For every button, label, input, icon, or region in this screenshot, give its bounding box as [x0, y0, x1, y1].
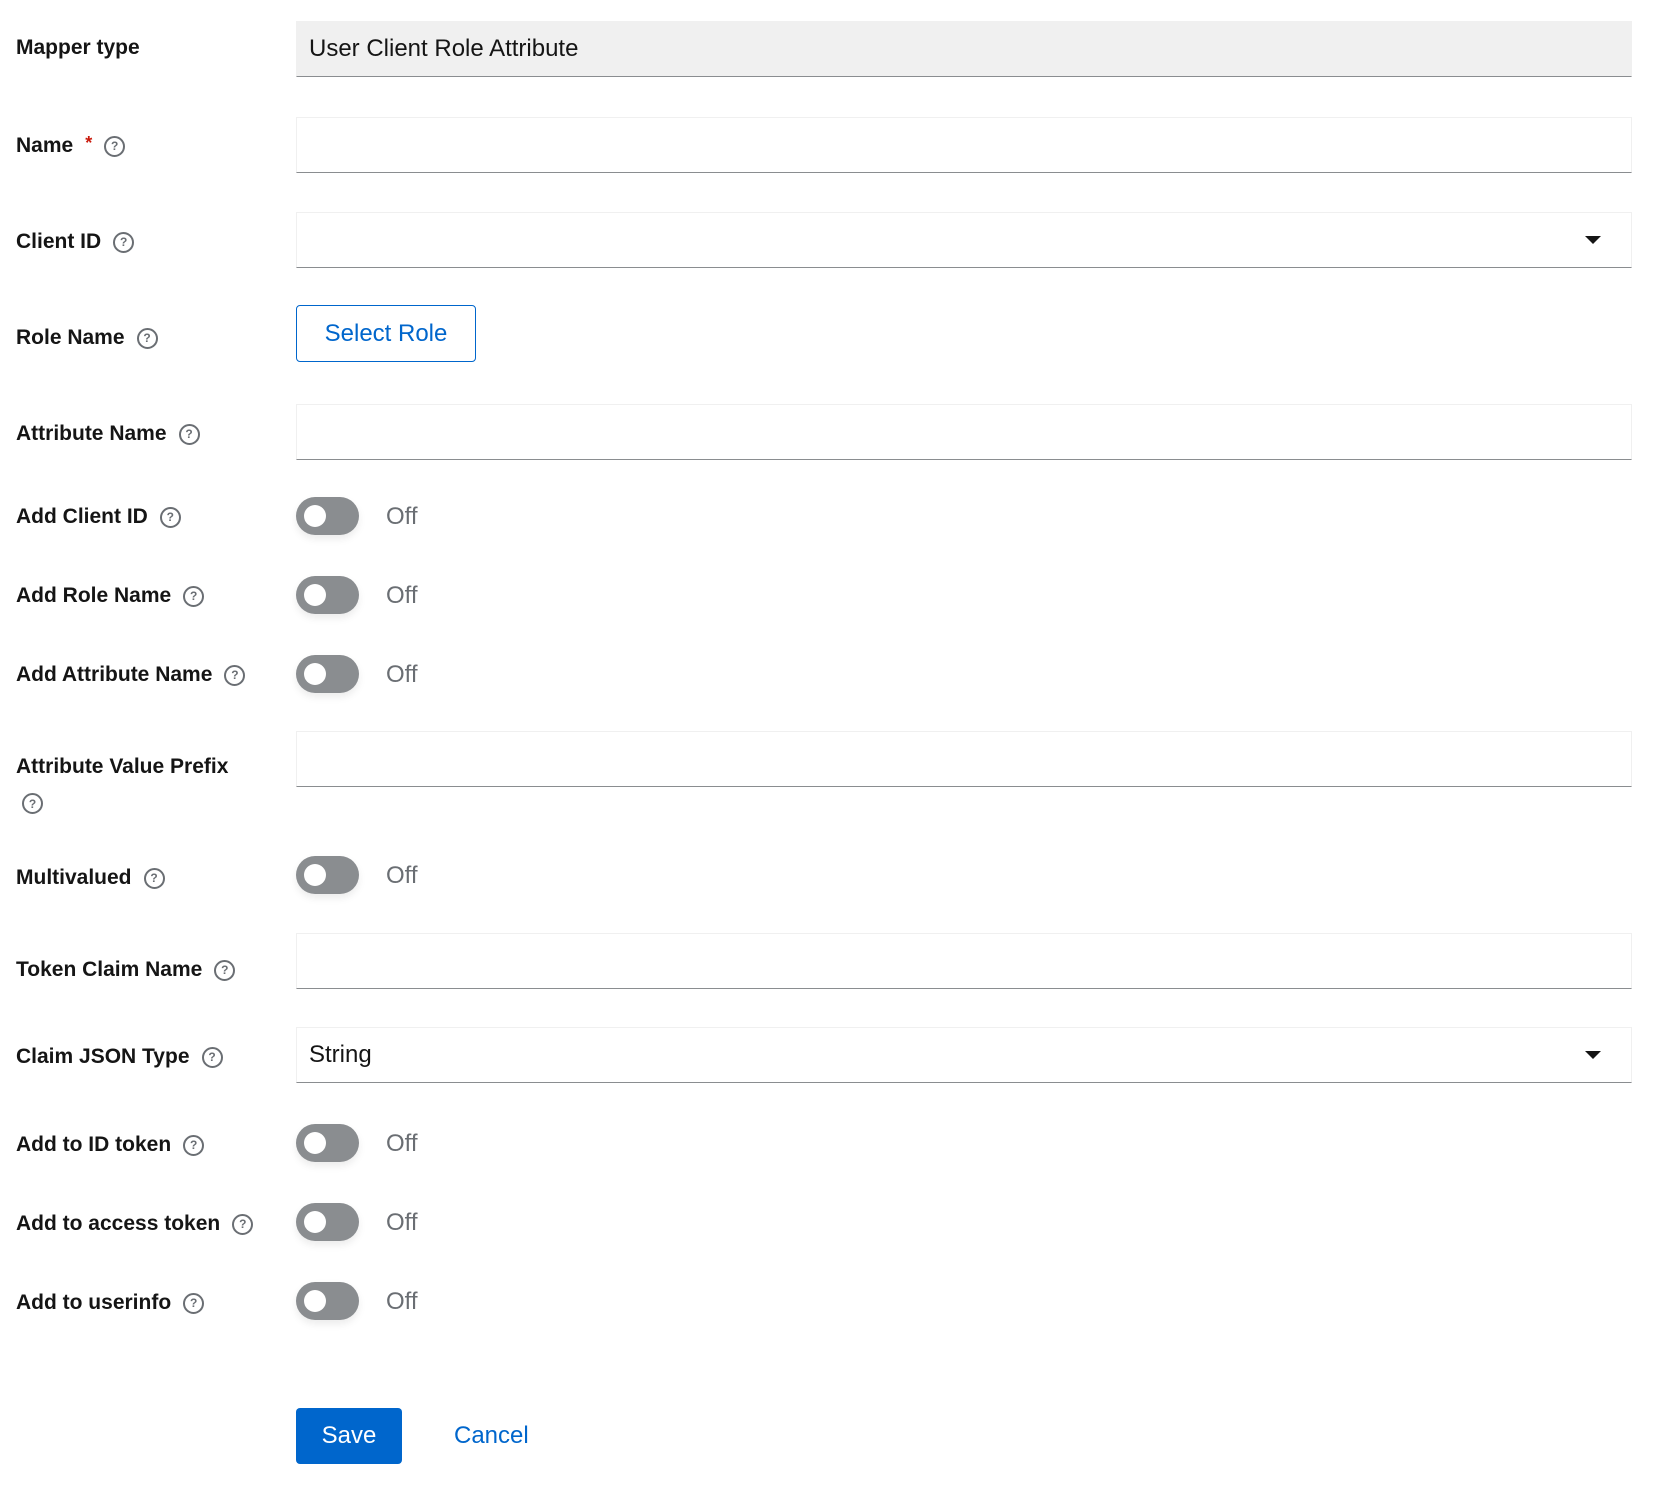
add-attribute-name-label-text: Add Attribute Name: [16, 663, 213, 686]
add-attribute-name-state: Off: [386, 661, 418, 688]
help-icon[interactable]: ?: [214, 959, 236, 981]
add-to-access-token-toggle[interactable]: [296, 1203, 359, 1241]
caret-down-icon: [1585, 1051, 1601, 1059]
add-to-id-token-toggle[interactable]: [296, 1124, 359, 1162]
name-input[interactable]: [296, 117, 1632, 173]
attribute-value-prefix-label: Attribute Value Prefix: [16, 755, 228, 779]
help-icon[interactable]: ?: [143, 867, 165, 889]
client-id-label-text: Client ID: [16, 230, 102, 253]
select-role-button[interactable]: Select Role: [296, 305, 476, 362]
add-client-id-label: Add Client ID ?: [16, 505, 181, 529]
multivalued-toggle[interactable]: [296, 856, 359, 894]
claim-json-type-select[interactable]: String: [296, 1027, 1632, 1083]
multivalued-label: Multivalued ?: [16, 866, 165, 890]
name-label: Name * ?: [16, 132, 126, 158]
help-icon[interactable]: ?: [232, 1213, 254, 1235]
attribute-name-label-text: Attribute Name: [16, 422, 167, 445]
add-to-id-token-state: Off: [386, 1130, 418, 1157]
toggle-knob: [304, 1211, 326, 1233]
add-role-name-state: Off: [386, 582, 418, 609]
add-client-id-toggle[interactable]: [296, 497, 359, 535]
required-asterisk: *: [85, 132, 93, 153]
add-to-id-token-label: Add to ID token ?: [16, 1133, 205, 1157]
attribute-name-input[interactable]: [296, 404, 1632, 460]
toggle-knob: [304, 663, 326, 685]
add-role-name-label: Add Role Name ?: [16, 584, 205, 608]
add-to-userinfo-label-text: Add to userinfo: [16, 1291, 172, 1314]
save-button[interactable]: Save: [296, 1408, 402, 1464]
toggle-knob: [304, 1290, 326, 1312]
claim-json-type-label: Claim JSON Type ?: [16, 1045, 223, 1069]
client-id-select[interactable]: [296, 212, 1632, 268]
add-role-name-toggle[interactable]: [296, 576, 359, 614]
token-claim-name-label-text: Token Claim Name: [16, 958, 203, 981]
toggle-knob: [304, 584, 326, 606]
help-icon[interactable]: ?: [183, 585, 205, 607]
help-icon[interactable]: ?: [178, 423, 200, 445]
add-attribute-name-label: Add Attribute Name ?: [16, 663, 246, 687]
help-icon[interactable]: ?: [201, 1046, 223, 1068]
attribute-value-prefix-input[interactable]: [296, 731, 1632, 787]
help-icon[interactable]: ?: [183, 1292, 205, 1314]
help-icon[interactable]: ?: [22, 793, 43, 814]
add-to-userinfo-toggle[interactable]: [296, 1282, 359, 1320]
add-to-userinfo-label: Add to userinfo ?: [16, 1291, 205, 1315]
add-to-access-token-state: Off: [386, 1209, 418, 1236]
add-to-access-token-label-text: Add to access token: [16, 1212, 221, 1235]
claim-json-type-label-text: Claim JSON Type: [16, 1045, 190, 1068]
toggle-knob: [304, 1132, 326, 1154]
add-client-id-state: Off: [386, 503, 418, 530]
claim-json-type-selected-value: String: [309, 1041, 372, 1068]
role-name-label-text: Role Name: [16, 326, 125, 349]
mapper-type-value: User Client Role Attribute: [309, 35, 579, 62]
add-role-name-label-text: Add Role Name: [16, 584, 172, 607]
help-icon[interactable]: ?: [159, 506, 181, 528]
add-to-userinfo-state: Off: [386, 1288, 418, 1315]
attribute-value-prefix-help: ?: [22, 793, 43, 814]
multivalued-label-text: Multivalued: [16, 866, 132, 889]
mapper-type-field: User Client Role Attribute: [296, 21, 1632, 77]
attribute-value-prefix-label-text: Attribute Value Prefix: [16, 755, 229, 778]
help-icon[interactable]: ?: [104, 135, 126, 157]
add-attribute-name-toggle[interactable]: [296, 655, 359, 693]
mapper-type-label-text: Mapper type: [16, 36, 140, 59]
token-claim-name-input[interactable]: [296, 933, 1632, 989]
add-client-id-label-text: Add Client ID: [16, 505, 148, 528]
role-name-label: Role Name ?: [16, 326, 158, 350]
toggle-knob: [304, 505, 326, 527]
token-claim-name-label: Token Claim Name ?: [16, 958, 236, 982]
mapper-type-label: Mapper type: [16, 36, 140, 60]
name-label-text: Name: [16, 134, 74, 157]
cancel-button[interactable]: Cancel: [440, 1408, 543, 1464]
add-to-access-token-label: Add to access token ?: [16, 1212, 254, 1236]
help-icon[interactable]: ?: [136, 327, 158, 349]
attribute-name-label: Attribute Name ?: [16, 422, 200, 446]
help-icon[interactable]: ?: [113, 231, 135, 253]
multivalued-state: Off: [386, 862, 418, 889]
toggle-knob: [304, 864, 326, 886]
help-icon[interactable]: ?: [183, 1134, 205, 1156]
caret-down-icon: [1585, 236, 1601, 244]
add-to-id-token-label-text: Add to ID token: [16, 1133, 172, 1156]
client-id-label: Client ID ?: [16, 230, 135, 254]
help-icon[interactable]: ?: [224, 664, 246, 686]
